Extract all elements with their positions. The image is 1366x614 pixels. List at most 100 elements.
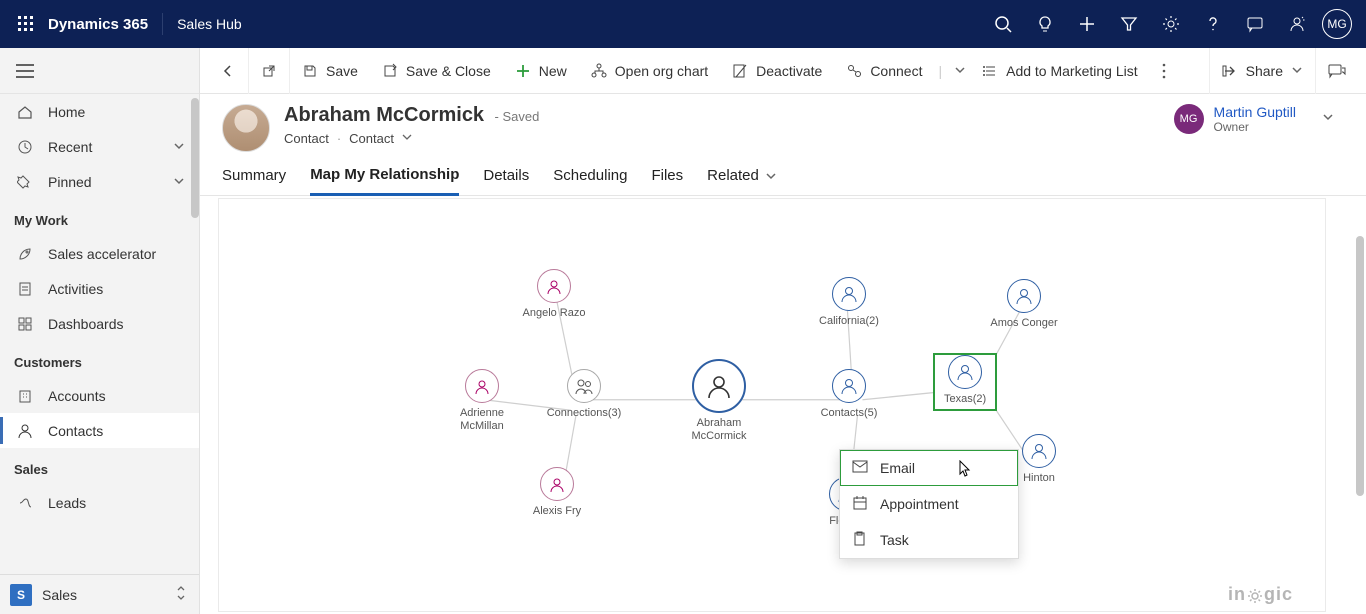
sidebar-section-sales: Sales: [0, 448, 199, 485]
sidebar-section-customers: Customers: [0, 341, 199, 378]
sidebar-item-label: Leads: [48, 495, 86, 511]
sidebar-item-home[interactable]: Home: [0, 94, 199, 129]
sidebar-section-mywork: My Work: [0, 199, 199, 236]
owner-block[interactable]: MG Martin Guptill Owner: [1174, 104, 1344, 134]
area-switcher[interactable]: S Sales: [0, 574, 199, 614]
chevron-down-icon[interactable]: [954, 63, 966, 79]
sidebar-item-sales-accelerator[interactable]: Sales accelerator: [0, 236, 199, 271]
sidebar-item-recent[interactable]: Recent: [0, 129, 199, 164]
overflow-button[interactable]: [1150, 48, 1178, 94]
pin-icon: [16, 174, 34, 190]
tab-summary[interactable]: Summary: [222, 166, 286, 195]
tab-files[interactable]: Files: [651, 166, 683, 195]
tab-strip: Summary Map My Relationship Details Sche…: [200, 152, 1366, 196]
tab-scheduling[interactable]: Scheduling: [553, 166, 627, 195]
clipboard-icon: [16, 281, 34, 297]
record-title: Abraham McCormick: [284, 104, 484, 126]
sidebar: Home Recent Pinned My Work Sales acceler…: [0, 48, 200, 614]
sidebar-item-label: Home: [48, 104, 85, 120]
graph-node-amos[interactable]: Amos Conger: [984, 279, 1064, 330]
save-icon: [302, 63, 318, 79]
chevron-down-icon[interactable]: [1291, 63, 1303, 79]
list-icon: [982, 63, 998, 79]
teams-chat-button[interactable]: [1315, 48, 1358, 94]
person-icon: [832, 369, 866, 403]
graph-node-connections[interactable]: Connections(3): [544, 369, 624, 420]
back-button[interactable]: [208, 48, 249, 94]
connect-label: Connect: [870, 63, 922, 79]
header-divider: [162, 13, 163, 35]
person-icon: [692, 359, 746, 413]
save-label: Save: [326, 63, 358, 79]
graph-node-alexis[interactable]: Alexis Fry: [527, 467, 587, 518]
sidebar-item-label: Accounts: [48, 388, 106, 404]
relationship-canvas[interactable]: Abraham McCormick Connections(3) Angelo …: [218, 198, 1326, 612]
chevron-down-icon[interactable]: [1322, 110, 1334, 128]
watermark: in gic: [1228, 584, 1293, 605]
save-button[interactable]: Save: [290, 48, 370, 94]
graph-node-adrienne[interactable]: Adrienne McMillan: [447, 369, 517, 432]
context-menu-appointment[interactable]: Appointment: [840, 486, 1018, 522]
sidebar-item-leads[interactable]: Leads: [0, 485, 199, 520]
sidebar-item-activities[interactable]: Activities: [0, 271, 199, 306]
clock-icon: [16, 139, 34, 155]
plus-icon: [515, 63, 531, 79]
form-name[interactable]: Contact: [349, 131, 394, 146]
save-close-label: Save & Close: [406, 63, 491, 79]
owner-avatar: MG: [1174, 104, 1204, 134]
sidebar-item-dashboards[interactable]: Dashboards: [0, 306, 199, 341]
relationship-canvas-wrap: Abraham McCormick Connections(3) Angelo …: [200, 196, 1366, 614]
app-name[interactable]: Sales Hub: [177, 16, 242, 32]
context-menu-task[interactable]: Task: [840, 522, 1018, 558]
sidebar-item-label: Dashboards: [48, 316, 124, 332]
context-menu-email[interactable]: Email: [840, 450, 1018, 486]
lightbulb-icon[interactable]: [1024, 0, 1066, 48]
graph-node-texas[interactable]: Texas(2): [934, 354, 996, 410]
chevron-down-icon[interactable]: [402, 132, 412, 145]
open-org-chart-button[interactable]: Open org chart: [579, 48, 720, 94]
rocket-icon: [16, 246, 34, 262]
search-icon[interactable]: [982, 0, 1024, 48]
share-button[interactable]: Share: [1246, 63, 1283, 79]
assistant-icon[interactable]: [1276, 0, 1318, 48]
owner-role: Owner: [1214, 120, 1296, 134]
add-to-marketing-list-button[interactable]: Add to Marketing List: [970, 48, 1150, 94]
canvas-scrollbar[interactable]: [1356, 236, 1364, 496]
chat-icon[interactable]: [1234, 0, 1276, 48]
sidebar-toggle[interactable]: [0, 48, 199, 94]
chevron-down-icon: [765, 170, 777, 182]
graph-node-center[interactable]: Abraham McCormick: [674, 359, 764, 442]
chevron-down-icon: [173, 139, 185, 155]
filter-icon[interactable]: [1108, 0, 1150, 48]
person-icon: [1007, 279, 1041, 313]
sidebar-item-contacts[interactable]: Contacts: [0, 413, 199, 448]
sidebar-item-accounts[interactable]: Accounts: [0, 378, 199, 413]
deactivate-button[interactable]: Deactivate: [720, 48, 834, 94]
graph-node-contacts[interactable]: Contacts(5): [809, 369, 889, 420]
sidebar-item-pinned[interactable]: Pinned: [0, 164, 199, 199]
save-close-button[interactable]: Save & Close: [370, 48, 503, 94]
tab-map-my-relationship[interactable]: Map My Relationship: [310, 166, 459, 196]
contact-photo[interactable]: [222, 104, 270, 152]
user-avatar[interactable]: MG: [1322, 9, 1352, 39]
owner-name[interactable]: Martin Guptill: [1214, 104, 1296, 120]
graph-node-angelo[interactable]: Angelo Razo: [519, 269, 589, 320]
plus-icon[interactable]: [1066, 0, 1108, 48]
record-header: Abraham McCormick - Saved Contact · Cont…: [200, 94, 1366, 152]
command-bar: Save Save & Close New Open org chart Dea…: [200, 48, 1366, 94]
sidebar-scrollbar[interactable]: [191, 98, 199, 218]
open-org-label: Open org chart: [615, 63, 708, 79]
sidebar-item-label: Recent: [48, 139, 92, 155]
connect-button[interactable]: Connect |: [834, 48, 970, 94]
help-icon[interactable]: [1192, 0, 1234, 48]
new-label: New: [539, 63, 567, 79]
tab-details[interactable]: Details: [483, 166, 529, 195]
gear-icon[interactable]: [1150, 0, 1192, 48]
app-launcher-icon[interactable]: [10, 8, 42, 40]
tab-related[interactable]: Related: [707, 166, 777, 195]
brand-label[interactable]: Dynamics 365: [48, 16, 148, 33]
graph-node-california[interactable]: California(2): [809, 277, 889, 328]
new-button[interactable]: New: [503, 48, 579, 94]
popout-button[interactable]: [249, 48, 290, 94]
cursor-icon: [956, 460, 972, 481]
